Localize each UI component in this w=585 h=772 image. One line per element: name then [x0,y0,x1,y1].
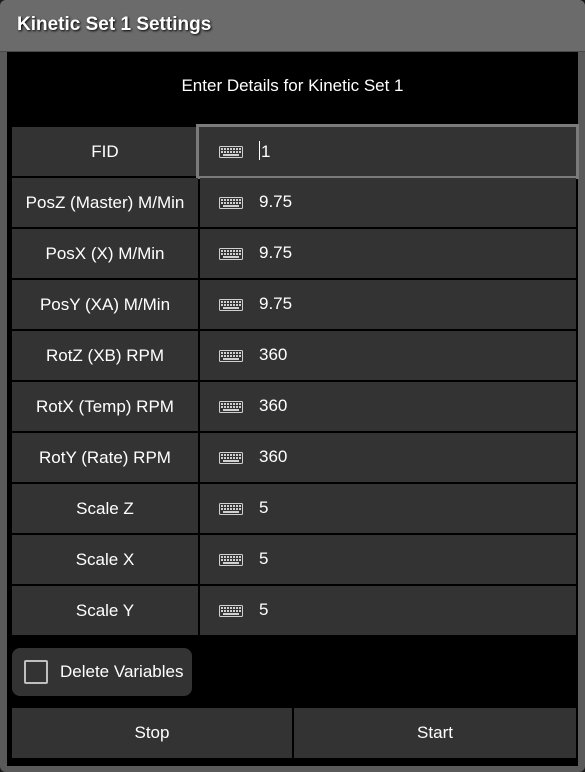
kinetic-settings-dialog: Kinetic Set 1 Settings Enter Details for… [0,0,585,772]
keyboard-icon[interactable] [219,248,243,260]
setting-label: PosY (XA) M/Min [12,280,198,329]
setting-row-rotz: RotZ (XB) RPM 360 [12,331,576,380]
roty-input[interactable]: 360 [200,433,576,482]
setting-value: 5 [259,549,269,568]
instructions-text: Enter Details for Kinetic Set 1 [181,76,404,95]
dialog-content: Enter Details for Kinetic Set 1 FID 1 Po… [7,52,579,766]
setting-value: 1 [261,142,271,161]
scale-z-input[interactable]: 5 [200,484,576,533]
setting-label: RotZ (XB) RPM [12,331,198,380]
setting-row-posx: PosX (X) M/Min 9.75 [12,229,576,278]
start-button[interactable]: Start [294,708,576,758]
setting-label: PosX (X) M/Min [12,229,198,278]
setting-label: FID [12,127,198,176]
keyboard-icon[interactable] [219,401,243,413]
keyboard-icon[interactable] [219,554,243,566]
stop-button[interactable]: Stop [12,708,292,758]
keyboard-icon[interactable] [219,197,243,209]
scale-x-input[interactable]: 5 [200,535,576,584]
checkbox-label: Delete Variables [60,662,184,681]
setting-value: 5 [259,498,269,517]
setting-row-rotx: RotX (Temp) RPM 360 [12,382,576,431]
setting-label: RotX (Temp) RPM [12,382,198,431]
setting-label: PosZ (Master) M/Min [12,178,198,227]
setting-value: 360 [259,345,288,364]
setting-value: 360 [259,447,288,466]
posy-input[interactable]: 9.75 [200,280,576,329]
setting-label: Scale Z [12,484,198,533]
setting-label: Scale X [12,535,198,584]
text-caret [259,141,260,160]
keyboard-icon[interactable] [219,299,243,311]
setting-value: 9.75 [259,192,293,211]
fid-input[interactable]: 1 [196,124,579,179]
setting-label: Scale Y [12,586,198,635]
setting-row-roty: RotY (Rate) RPM 360 [12,433,576,482]
rotx-input[interactable]: 360 [200,382,576,431]
keyboard-icon[interactable] [219,350,243,362]
scale-y-input[interactable]: 5 [200,586,576,635]
setting-value-wrap: 1 [259,141,270,162]
setting-label: RotY (Rate) RPM [12,433,198,482]
setting-value: 360 [259,396,288,415]
window-title: Kinetic Set 1 Settings [17,14,212,35]
setting-row-scale-x: Scale X 5 [12,535,576,584]
delete-variables-checkbox[interactable]: Delete Variables [12,648,192,696]
title-bar[interactable]: Kinetic Set 1 Settings [0,0,585,52]
posz-input[interactable]: 9.75 [200,178,576,227]
keyboard-icon[interactable] [219,605,243,617]
keyboard-icon[interactable] [219,503,243,515]
setting-row-posz: PosZ (Master) M/Min 9.75 [12,178,576,227]
setting-row-scale-z: Scale Z 5 [12,484,576,533]
keyboard-icon[interactable] [219,452,243,464]
setting-row-posy: PosY (XA) M/Min 9.75 [12,280,576,329]
setting-row-fid: FID 1 [12,124,579,179]
setting-row-scale-y: Scale Y 5 [12,586,576,635]
setting-value: 9.75 [259,294,293,313]
posx-input[interactable]: 9.75 [200,229,576,278]
setting-value: 5 [259,600,269,619]
keyboard-icon[interactable] [219,146,243,158]
rotz-input[interactable]: 360 [200,331,576,380]
checkbox-box[interactable] [24,660,48,684]
setting-value: 9.75 [259,243,293,262]
